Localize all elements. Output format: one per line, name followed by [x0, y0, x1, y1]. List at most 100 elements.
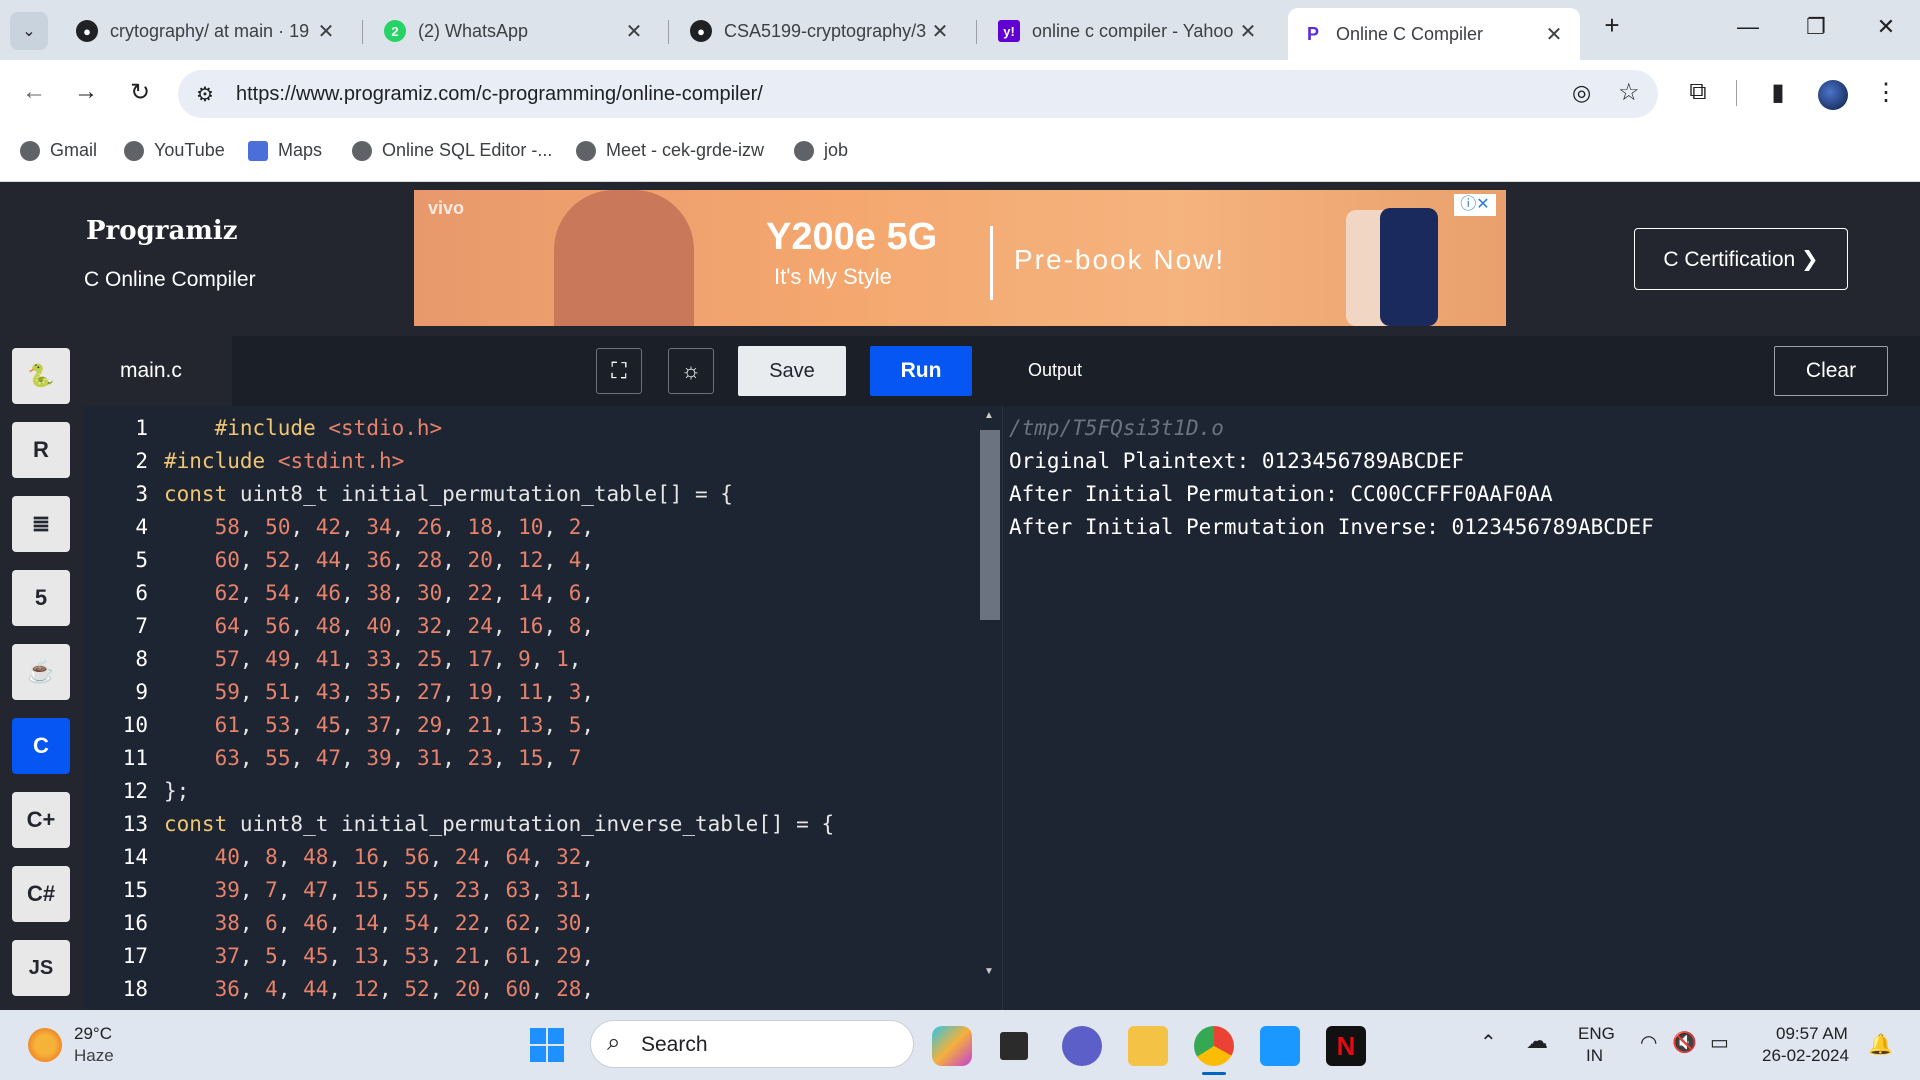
globe-icon: [352, 140, 372, 161]
bookmark-online-sql-editor[interactable]: Online SQL Editor -...: [352, 140, 552, 161]
java-icon[interactable]: ☕: [12, 644, 70, 700]
avatar[interactable]: [1818, 80, 1848, 110]
bookmark-gmail[interactable]: Gmail: [20, 140, 97, 161]
bookmark-star-icon[interactable]: ☆: [1618, 78, 1640, 107]
github-icon: ●: [76, 20, 98, 42]
clock-date[interactable]: 26-02-2024: [1762, 1046, 1849, 1066]
language-top[interactable]: ENG: [1578, 1024, 1615, 1044]
close-icon[interactable]: ✕: [1542, 22, 1566, 47]
close-icon[interactable]: ✕: [1236, 19, 1260, 44]
line-number: 17: [122, 944, 148, 968]
reload-icon[interactable]: ↻: [124, 78, 156, 107]
tab-whatsapp[interactable]: 2 (2) WhatsApp ✕: [370, 8, 660, 54]
close-icon[interactable]: ✕: [928, 19, 952, 44]
taskbar-search[interactable]: ⌕ Search: [590, 1020, 914, 1068]
code-line: 62, 54, 46, 38, 30, 22, 14, 6,: [214, 581, 595, 605]
close-icon[interactable]: ✕: [314, 19, 338, 44]
code-line: 36, 4, 44, 12, 52, 20, 60, 28,: [214, 977, 595, 1001]
line-number: 11: [122, 746, 148, 770]
address-bar[interactable]: ⚙ https://www.programiz.com/c-programmin…: [178, 70, 1658, 118]
scrollbar-thumb[interactable]: [980, 430, 1000, 620]
line-number: 3: [135, 482, 148, 506]
bookmark-youtube[interactable]: YouTube: [124, 140, 225, 161]
ad-headline: Y200e 5G: [766, 216, 938, 258]
programiz-logo[interactable]: Programiz: [86, 216, 237, 246]
line-number: 9: [135, 680, 148, 704]
show-hidden-icons[interactable]: ⌃: [1480, 1030, 1497, 1055]
tab-online-c-compiler[interactable]: P Online C Compiler ✕: [1288, 8, 1580, 60]
site-info-icon[interactable]: ⚙: [196, 82, 214, 107]
onedrive-icon[interactable]: ☁: [1526, 1028, 1548, 1054]
theme-toggle-icon[interactable]: ☼: [668, 348, 714, 394]
tab-search-button[interactable]: ⌄: [10, 12, 48, 50]
line-number: 10: [122, 713, 148, 737]
new-tab-button[interactable]: +: [1592, 10, 1632, 41]
task-view-icon[interactable]: [1000, 1032, 1028, 1060]
eye-off-icon[interactable]: ◎: [1572, 80, 1591, 106]
side-panel-icon[interactable]: ▮: [1762, 78, 1794, 107]
javascript-icon[interactable]: JS: [12, 940, 70, 996]
tab-title: (2) WhatsApp: [418, 20, 529, 41]
file-explorer-icon[interactable]: [1128, 1026, 1168, 1066]
c-certification-button[interactable]: C Certification ❯: [1634, 228, 1848, 290]
save-button[interactable]: Save: [738, 346, 846, 396]
code-line: #include <stdio.h>: [214, 416, 443, 440]
prime-video-icon[interactable]: [1260, 1026, 1300, 1066]
code-line: const uint8_t initial_permutation_table[…: [164, 482, 733, 506]
menu-icon[interactable]: ⋮: [1870, 78, 1902, 107]
bookmark-job[interactable]: job: [794, 140, 848, 161]
search-icon: ⌕: [607, 1029, 621, 1056]
ad-cta: Pre-book Now!: [1014, 244, 1226, 275]
battery-icon[interactable]: ▭: [1710, 1030, 1729, 1055]
back-icon[interactable]: ←: [18, 78, 50, 106]
tab-yahoo[interactable]: y! online c compiler - Yahoo ✕: [984, 8, 1274, 54]
code-line: 38, 6, 46, 14, 54, 22, 62, 30,: [214, 911, 595, 935]
html5-icon[interactable]: 5: [12, 570, 70, 626]
notifications-icon[interactable]: 🔔: [1868, 1032, 1893, 1057]
csharp-icon[interactable]: C#: [12, 866, 70, 922]
code-line: 57, 49, 41, 33, 25, 17, 9, 1,: [214, 647, 582, 671]
tab-github-2[interactable]: ● CSA5199-cryptography/3 ✕: [676, 8, 966, 54]
run-button[interactable]: Run: [870, 346, 972, 396]
c-icon[interactable]: C: [12, 718, 70, 774]
volume-muted-icon[interactable]: 🔇: [1672, 1030, 1697, 1055]
python-icon[interactable]: 🐍: [12, 348, 70, 404]
window-close-icon[interactable]: ✕: [1866, 14, 1906, 40]
language-bottom[interactable]: IN: [1586, 1046, 1603, 1066]
netflix-icon[interactable]: N: [1326, 1026, 1366, 1066]
file-tab[interactable]: main.c: [84, 336, 232, 406]
advertisement-banner[interactable]: vivo Y200e 5G It's My Style Pre-book Now…: [414, 190, 1506, 326]
cpp-icon[interactable]: C+: [12, 792, 70, 848]
line-number: 4: [135, 515, 148, 539]
bookmark-maps[interactable]: Maps: [248, 140, 322, 161]
code-editor[interactable]: 1 2 3 4 5 6 7 8 9 10 11 12 13 14 15 16 1…: [84, 406, 1002, 1010]
line-number: 1: [135, 416, 148, 440]
globe-icon: [124, 140, 144, 161]
sql-database-icon[interactable]: ≣: [12, 496, 70, 552]
clock-time[interactable]: 09:57 AM: [1776, 1024, 1848, 1044]
code-line: 61, 53, 45, 37, 29, 21, 13, 5,: [214, 713, 595, 737]
r-icon[interactable]: R: [12, 422, 70, 478]
globe-icon: [20, 140, 40, 161]
close-icon[interactable]: ✕: [622, 19, 646, 44]
extensions-icon[interactable]: ⧉: [1682, 78, 1714, 106]
tab-bar: ⌄ ● crytography/ at main · 19 ✕ 2 (2) Wh…: [0, 0, 1920, 60]
forward-icon[interactable]: →: [70, 78, 102, 106]
fullscreen-icon[interactable]: ⛶: [596, 348, 642, 394]
page-title: C Online Compiler: [84, 268, 256, 291]
output-line: /tmp/T5FQsi3t1D.o: [1009, 416, 1224, 440]
ad-info-icon[interactable]: ⓘ✕: [1454, 194, 1496, 216]
wifi-icon[interactable]: ◠: [1640, 1030, 1657, 1055]
bookmark-meet[interactable]: Meet - cek-grde-izw: [576, 140, 764, 161]
start-button[interactable]: [530, 1028, 564, 1062]
teams-chat-icon[interactable]: [1062, 1026, 1102, 1066]
windows-taskbar: 29°C Haze ⌕ Search N ⌃ ☁ ENG IN ◠ 🔇 ▭ 09…: [0, 1010, 1920, 1080]
clear-button[interactable]: Clear: [1774, 346, 1888, 396]
tab-title: crytography/ at main · 19: [110, 20, 310, 41]
minimize-icon[interactable]: —: [1728, 14, 1768, 40]
restore-icon[interactable]: ❐: [1796, 14, 1836, 40]
tab-github-1[interactable]: ● crytography/ at main · 19 ✕: [62, 8, 352, 54]
weather-icon[interactable]: [28, 1028, 62, 1062]
copilot-icon[interactable]: [932, 1026, 972, 1066]
chrome-icon[interactable]: [1194, 1026, 1234, 1066]
